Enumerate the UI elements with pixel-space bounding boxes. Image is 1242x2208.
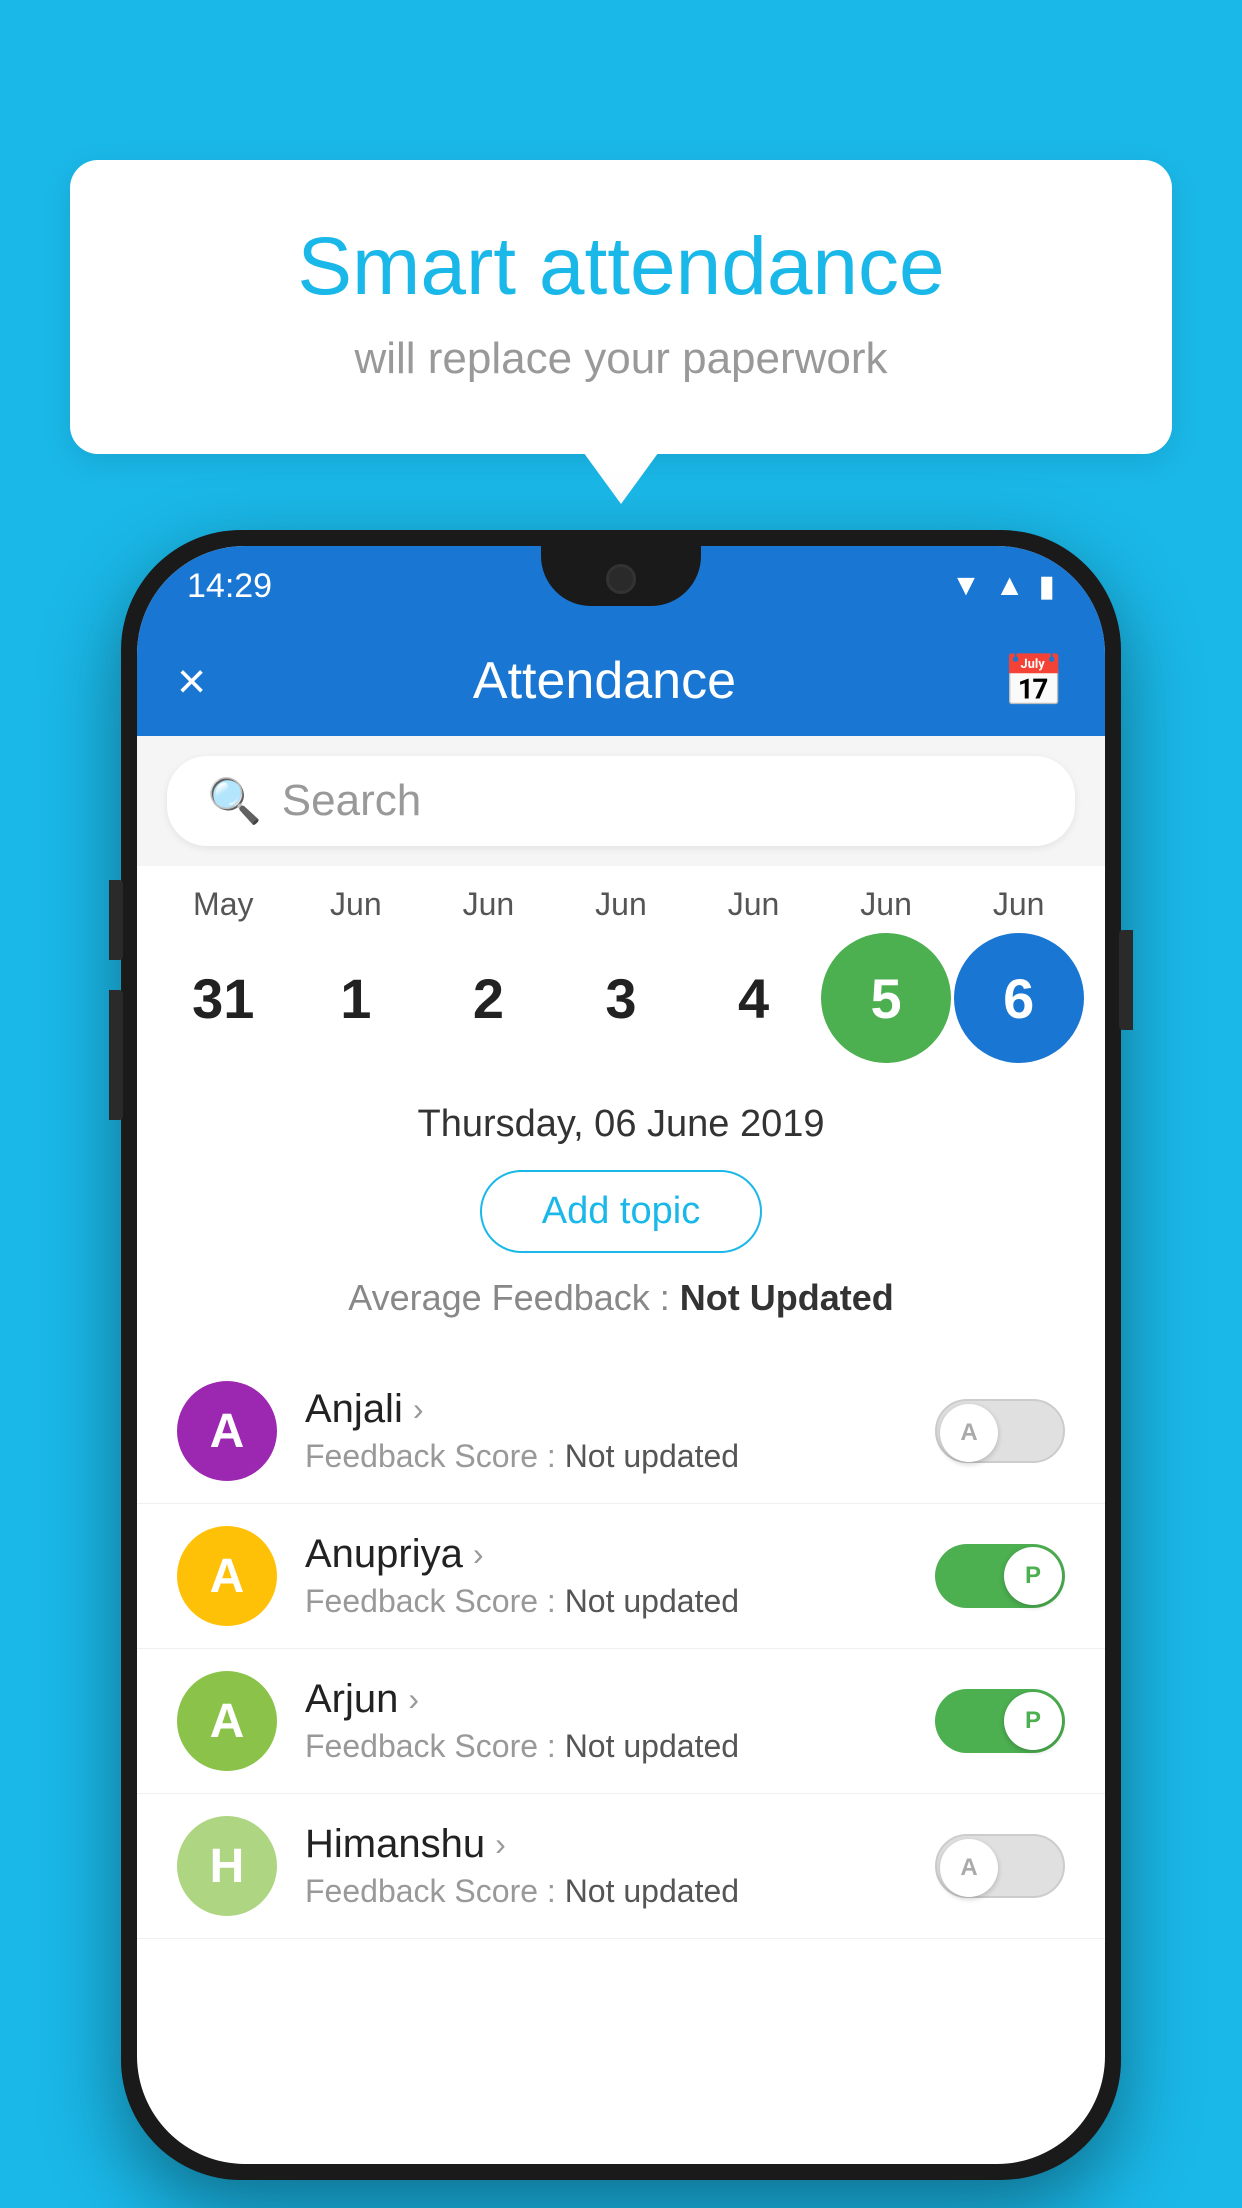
speech-bubble-container: Smart attendance will replace your paper… — [70, 160, 1172, 454]
bubble-title: Smart attendance — [150, 220, 1092, 314]
student-info[interactable]: Arjun › Feedback Score : Not updated — [305, 1677, 907, 1765]
student-feedback: Feedback Score : Not updated — [305, 1438, 907, 1475]
student-info[interactable]: Anupriya › Feedback Score : Not updated — [305, 1532, 907, 1620]
student-item: A Arjun › Feedback Score : Not updated P — [137, 1649, 1105, 1794]
toggle-track: A — [935, 1834, 1065, 1898]
bubble-subtitle: will replace your paperwork — [150, 334, 1092, 384]
search-bar[interactable]: 🔍 Search — [167, 756, 1075, 846]
student-feedback: Feedback Score : Not updated — [305, 1583, 907, 1620]
chevron-right-icon: › — [473, 1536, 484, 1573]
month-row: MayJunJunJunJunJunJun — [137, 886, 1105, 923]
chevron-right-icon: › — [495, 1826, 506, 1863]
toggle-thumb: A — [940, 1404, 998, 1462]
student-name: Himanshu › — [305, 1822, 907, 1867]
chevron-right-icon: › — [413, 1391, 424, 1428]
app-bar-title: Attendance — [473, 651, 736, 711]
student-feedback: Feedback Score : Not updated — [305, 1873, 907, 1910]
date-item[interactable]: 5 — [821, 933, 951, 1063]
month-label: May — [158, 886, 288, 923]
toggle-track: A — [935, 1399, 1065, 1463]
chevron-right-icon: › — [408, 1681, 419, 1718]
month-label: Jun — [556, 886, 686, 923]
toggle-thumb: A — [940, 1839, 998, 1897]
attendance-toggle[interactable]: A — [935, 1399, 1065, 1463]
student-list: AAnjali ›Feedback Score : Not updatedAAA… — [137, 1359, 1105, 1939]
content-area: Thursday, 06 June 2019 Add topic Average… — [137, 1083, 1105, 1359]
student-name: Anupriya › — [305, 1532, 907, 1577]
month-label: Jun — [423, 886, 553, 923]
phone-container: 14:29 ▼ ▲ ▮ × Attendance 📅 🔍 Search — [121, 530, 1121, 2180]
toggle-thumb: P — [1004, 1692, 1062, 1750]
speech-bubble: Smart attendance will replace your paper… — [70, 160, 1172, 454]
student-name: Anjali › — [305, 1387, 907, 1432]
wifi-icon: ▼ — [951, 569, 981, 603]
calendar-icon[interactable]: 📅 — [1003, 652, 1065, 711]
phone-screen: 14:29 ▼ ▲ ▮ × Attendance 📅 🔍 Search — [137, 546, 1105, 2164]
close-button[interactable]: × — [177, 652, 206, 710]
student-feedback: Feedback Score : Not updated — [305, 1728, 907, 1765]
notch — [541, 546, 701, 606]
app-bar: × Attendance 📅 — [137, 626, 1105, 736]
student-info[interactable]: Anjali › Feedback Score : Not updated — [305, 1387, 907, 1475]
status-bar: 14:29 ▼ ▲ ▮ — [137, 546, 1105, 626]
attendance-toggle[interactable]: P — [935, 1544, 1065, 1608]
student-item: H Himanshu › Feedback Score : Not updated A — [137, 1794, 1105, 1939]
date-item[interactable]: 2 — [423, 933, 553, 1063]
front-camera — [606, 564, 636, 594]
status-time: 14:29 — [187, 567, 272, 606]
status-icons: ▼ ▲ ▮ — [951, 569, 1055, 604]
search-container: 🔍 Search — [137, 736, 1105, 866]
student-info[interactable]: Himanshu › Feedback Score : Not updated — [305, 1822, 907, 1910]
toggle-track: P — [935, 1689, 1065, 1753]
date-item[interactable]: 6 — [954, 933, 1084, 1063]
month-label: Jun — [954, 886, 1084, 923]
add-topic-button[interactable]: Add topic — [480, 1170, 762, 1253]
battery-icon: ▮ — [1038, 569, 1055, 604]
phone-power-button — [1119, 930, 1133, 1030]
signal-icon: ▲ — [995, 569, 1025, 603]
avg-feedback: Average Feedback : Not Updated — [177, 1277, 1065, 1319]
date-row: 31123456 — [137, 923, 1105, 1073]
attendance-toggle[interactable]: P — [935, 1689, 1065, 1753]
calendar-section: MayJunJunJunJunJunJun 31123456 — [137, 866, 1105, 1083]
month-label: Jun — [291, 886, 421, 923]
phone-volume-down — [109, 990, 123, 1120]
attendance-toggle[interactable]: A — [935, 1834, 1065, 1898]
search-placeholder: Search — [282, 776, 421, 826]
avatar: H — [177, 1816, 277, 1916]
date-item[interactable]: 1 — [291, 933, 421, 1063]
toggle-track: P — [935, 1544, 1065, 1608]
selected-date: Thursday, 06 June 2019 — [177, 1103, 1065, 1146]
phone-volume-up — [109, 880, 123, 960]
month-label: Jun — [689, 886, 819, 923]
date-item[interactable]: 3 — [556, 933, 686, 1063]
student-name: Arjun › — [305, 1677, 907, 1722]
phone-body: 14:29 ▼ ▲ ▮ × Attendance 📅 🔍 Search — [121, 530, 1121, 2180]
date-item[interactable]: 4 — [689, 933, 819, 1063]
student-item: A Anjali › Feedback Score : Not updated A — [137, 1359, 1105, 1504]
avatar: A — [177, 1671, 277, 1771]
student-item: A Anupriya › Feedback Score : Not updated P — [137, 1504, 1105, 1649]
avatar: A — [177, 1381, 277, 1481]
month-label: Jun — [821, 886, 951, 923]
search-icon: 🔍 — [207, 775, 262, 827]
avatar: A — [177, 1526, 277, 1626]
date-item[interactable]: 31 — [158, 933, 288, 1063]
toggle-thumb: P — [1004, 1547, 1062, 1605]
